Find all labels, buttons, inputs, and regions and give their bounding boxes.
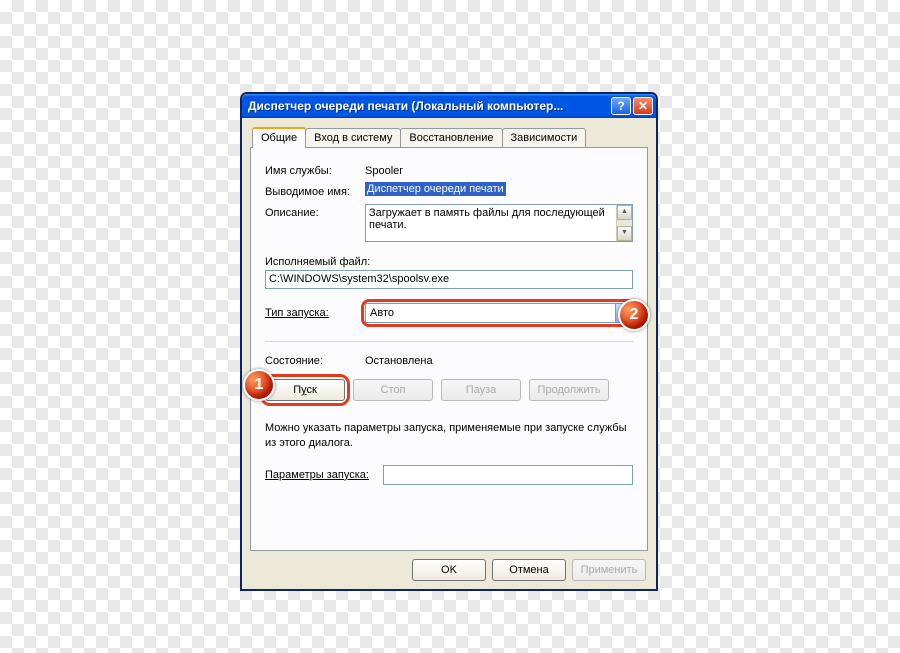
label-exe-path: Исполняемый файл: [265,256,633,268]
annotation-callout-2: 2 [618,299,650,331]
label-display-name: Выводимое имя: [265,183,365,198]
service-properties-window: Диспетчер очереди печати (Локальный комп… [241,93,657,590]
row-startup-type: Тип запуска: Авто ▼ [265,303,633,323]
tabstrip: Общие Вход в систему Восстановление Зави… [252,126,648,147]
value-service-name: Spooler [365,162,633,177]
value-exe-path: C:\WINDOWS\system32\spoolsv.exe [265,270,633,289]
tab-recovery[interactable]: Восстановление [400,128,502,147]
scroll-down-icon[interactable]: ▼ [617,226,632,241]
value-display-name: Диспетчер очереди печати [365,182,506,196]
pause-button: Пауза [441,379,521,401]
row-params: Параметры запуска: [265,465,633,485]
control-buttons-row: Пуск Стоп Пауза Продолжить [265,379,633,401]
stop-button: Стоп [353,379,433,401]
apply-button: Применить [572,559,646,581]
hint-text: Можно указать параметры запуска, применя… [265,421,633,451]
row-display-name: Выводимое имя: Диспетчер очереди печати [265,183,633,198]
ok-button[interactable]: OK [412,559,486,581]
separator [265,341,633,343]
start-button[interactable]: Пуск [265,379,345,401]
label-service-name: Имя службы: [265,162,365,177]
tab-logon[interactable]: Вход в систему [305,128,401,147]
help-button[interactable]: ? [611,97,631,115]
close-button[interactable]: ✕ [633,97,653,115]
row-exe-path: Исполняемый файл: C:\WINDOWS\system32\sp… [265,256,633,289]
startup-type-combo-wrap: Авто ▼ [365,303,633,323]
row-status: Состояние: Остановлена [265,355,633,367]
dialog-buttons: OK Отмена Применить [250,551,648,583]
tab-dependencies[interactable]: Зависимости [502,128,587,147]
startup-type-value: Авто [370,307,615,319]
window-title: Диспетчер очереди печати (Локальный комп… [248,99,609,113]
row-description: Описание: Загружает в память файлы для п… [265,204,633,242]
tab-page-general: Имя службы: Spooler Выводимое имя: Диспе… [250,147,648,551]
label-description: Описание: [265,204,365,219]
label-status: Состояние: [265,355,365,367]
resume-button: Продолжить [529,379,609,401]
startup-type-combo[interactable]: Авто ▼ [365,303,633,323]
value-description: Загружает в память файлы для последующей… [369,207,613,239]
tab-general[interactable]: Общие [252,127,306,148]
label-params: Параметры запуска: [265,469,383,481]
scroll-up-icon[interactable]: ▲ [617,205,632,220]
params-input[interactable] [383,465,633,485]
titlebar[interactable]: Диспетчер очереди печати (Локальный комп… [242,94,656,118]
row-service-name: Имя службы: Spooler [265,162,633,177]
annotation-callout-1: 1 [243,369,275,401]
description-scrollbar[interactable]: ▲ ▼ [616,205,632,241]
value-status: Остановлена [365,355,433,367]
cancel-button[interactable]: Отмена [492,559,566,581]
client-area: Общие Вход в систему Восстановление Зави… [242,118,656,589]
start-button-wrap: Пуск [265,379,345,401]
label-startup-type: Тип запуска: [265,307,365,319]
description-box: Загружает в память файлы для последующей… [365,204,633,242]
